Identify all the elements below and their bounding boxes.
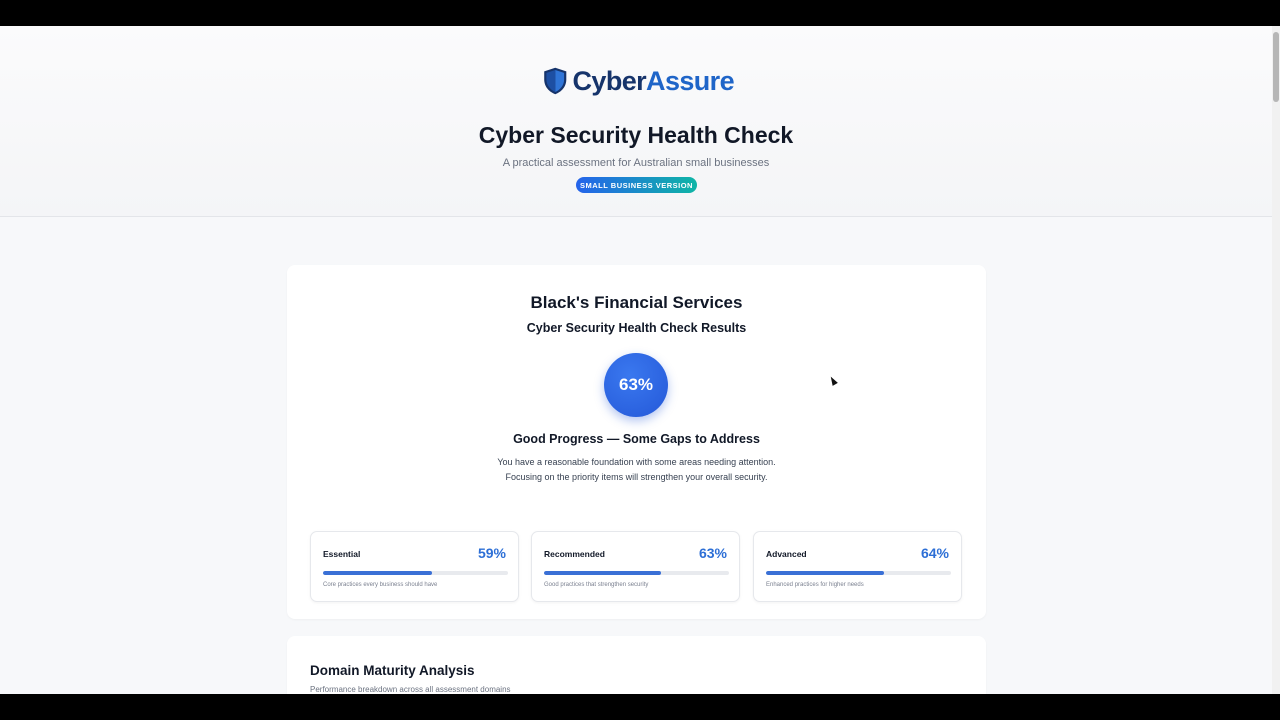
tier-percent: 59% — [477, 545, 506, 561]
tier-card-advanced: Advanced 64% Enhanced practices for high… — [753, 531, 962, 602]
page-title: Cyber Security Health Check — [478, 122, 794, 148]
tier-progress-track — [544, 571, 729, 575]
tier-card-recommended: Recommended 63% Good practices that stre… — [531, 531, 740, 602]
tier-name: Essential — [323, 549, 361, 559]
tier-percent: 64% — [920, 545, 949, 561]
results-title: Cyber Security Health Check Results — [526, 321, 747, 335]
tier-name: Recommended — [544, 549, 605, 559]
tier-description: Core practices every business should hav… — [323, 582, 438, 588]
results-card: Black's Financial Services Cyber Securit… — [287, 265, 986, 619]
scrollbar-track[interactable] — [1272, 26, 1280, 694]
tier-name: Advanced — [766, 549, 807, 559]
tier-progress-track — [766, 571, 951, 575]
tier-progress-fill — [766, 571, 885, 575]
page-subtitle: A practical assessment for Australian sm… — [502, 157, 770, 169]
overall-score-circle: 63% — [604, 353, 668, 417]
version-badge: SMALL BUSINESS VERSION — [576, 177, 697, 193]
tier-progress-fill — [323, 571, 433, 575]
domain-maturity-subtitle: Performance breakdown across all assessm… — [310, 685, 511, 694]
status-heading: Good Progress — Some Gaps to Address — [513, 432, 760, 446]
status-description-line-1: You have a reasonable foundation with so… — [497, 457, 776, 467]
company-name: Black's Financial Services — [530, 293, 743, 312]
domain-maturity-title: Domain Maturity Analysis — [310, 663, 475, 678]
scrollbar-thumb[interactable] — [1273, 32, 1279, 102]
domain-maturity-card: Domain Maturity Analysis Performance bre… — [287, 636, 986, 694]
shield-icon — [544, 67, 567, 95]
page-viewport: CyberAssure Cyber Security Health Check … — [0, 26, 1280, 694]
tier-description: Enhanced practices for higher needs — [766, 582, 864, 588]
tier-progress-track — [323, 571, 508, 575]
cyberassure-logo: CyberAssure — [542, 54, 735, 108]
page-header: CyberAssure Cyber Security Health Check … — [0, 26, 1272, 217]
tier-progress-fill — [544, 571, 661, 575]
logo-wordmark: CyberAssure — [572, 65, 735, 97]
tier-percent: 63% — [698, 545, 727, 561]
tier-description: Good practices that strengthen security — [544, 582, 649, 588]
tier-card-essential: Essential 59% Core practices every busin… — [310, 531, 519, 602]
logo-text-assure: Assure — [646, 65, 735, 96]
status-description-line-2: Focusing on the priority items will stre… — [505, 472, 768, 482]
logo-text-cyber: Cyber — [572, 65, 647, 96]
